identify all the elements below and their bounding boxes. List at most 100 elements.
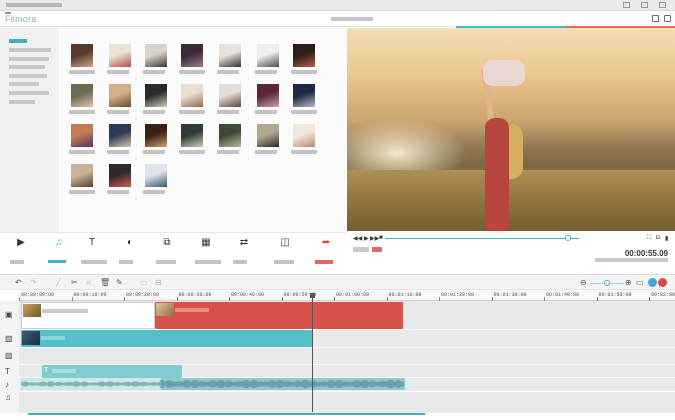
tool-media-icon[interactable]: ▶	[4, 237, 38, 248]
preview-figure-body	[485, 118, 509, 231]
zoom-out-icon[interactable]: ⊖	[580, 278, 587, 287]
zoom-slider-knob[interactable]	[604, 280, 610, 286]
preview-record[interactable]	[372, 247, 382, 252]
music-album-thumbnail[interactable]	[293, 84, 315, 107]
music-album-thumbnail[interactable]	[71, 84, 93, 107]
music-album-thumbnail[interactable]	[109, 84, 131, 107]
video-clip-selected[interactable]	[155, 302, 403, 329]
music-album-thumbnail[interactable]	[257, 44, 279, 67]
tool-split-screen-icon[interactable]: ◫	[268, 237, 302, 248]
music-album-thumbnail[interactable]	[181, 44, 203, 67]
fit-timeline-icon[interactable]: ▭	[636, 278, 644, 287]
play-icon[interactable]: ▶	[364, 235, 369, 242]
next-frame-icon[interactable]: ▶▶	[370, 235, 379, 242]
video-preview	[347, 28, 675, 231]
music-album-label	[255, 150, 277, 154]
music-album-label	[143, 110, 165, 114]
record-voice-icon[interactable]: ▭	[140, 278, 148, 287]
music-album-thumbnail[interactable]	[145, 44, 167, 67]
preview-scrubber[interactable]	[385, 238, 579, 239]
timeline-scrollbar[interactable]	[28, 413, 425, 415]
sidebar-item[interactable]	[9, 57, 49, 61]
music-album-thumbnail[interactable]	[257, 84, 279, 107]
tool-elements-label[interactable]	[195, 260, 221, 264]
music-album-thumbnail[interactable]	[219, 124, 241, 147]
tool-overlays-icon[interactable]: ⧉	[150, 237, 184, 248]
tool-audio-label[interactable]	[48, 260, 66, 263]
music-album-thumbnail[interactable]	[71, 44, 93, 67]
music-album-thumbnail[interactable]	[181, 124, 203, 147]
tool-export-label[interactable]	[315, 260, 333, 264]
tool-filters-icon[interactable]: ◐	[113, 237, 147, 248]
redo-icon[interactable]: ↷	[30, 278, 37, 287]
tool-split-screen-label[interactable]	[274, 260, 294, 264]
close-icon[interactable]	[659, 2, 666, 8]
zoom-in-icon[interactable]: ⊕	[625, 278, 632, 287]
volume-icon[interactable]: ▮	[665, 235, 668, 242]
notification-icon[interactable]	[658, 278, 667, 287]
sidebar-item[interactable]	[9, 74, 47, 78]
register-icon[interactable]	[652, 15, 659, 22]
music-album-thumbnail[interactable]	[219, 84, 241, 107]
maximize-icon[interactable]	[641, 2, 648, 8]
music-album-thumbnail[interactable]	[71, 124, 93, 147]
music-album-thumbnail[interactable]	[71, 164, 93, 187]
tool-media-label[interactable]	[10, 260, 24, 264]
delete-icon[interactable]: 🗑	[100, 278, 110, 287]
sidebar-item[interactable]	[9, 100, 35, 104]
preview-scrubber-knob[interactable]	[565, 235, 572, 241]
video-clip[interactable]	[21, 302, 155, 329]
tool-transitions-icon[interactable]: ⇄	[227, 237, 261, 248]
sidebar-item[interactable]	[9, 48, 51, 52]
music-album-thumbnail[interactable]	[145, 164, 167, 187]
tool-export-icon[interactable]: ➦	[309, 237, 343, 248]
ruler-tick-label: 00:01:40:00	[546, 292, 580, 298]
music-album-thumbnail[interactable]	[109, 44, 131, 67]
stop-icon[interactable]: ■	[379, 235, 383, 241]
detach-audio-icon[interactable]: ⊟	[155, 278, 162, 287]
tool-text-icon[interactable]: T	[75, 237, 109, 248]
playhead[interactable]	[312, 296, 313, 412]
music-album-thumbnail[interactable]	[145, 84, 167, 107]
image-clip[interactable]	[21, 330, 312, 347]
music-album-thumbnail[interactable]	[219, 44, 241, 67]
audio-clip[interactable]	[21, 378, 405, 390]
crop-icon[interactable]: ⌗	[86, 278, 91, 288]
tool-filters-label[interactable]	[119, 260, 133, 264]
text-clip[interactable]: T	[42, 365, 182, 378]
edit-icon[interactable]: ✎	[116, 278, 123, 287]
sidebar-item[interactable]	[9, 65, 45, 69]
tool-audio-icon[interactable]: ♫	[42, 237, 76, 248]
music-album-thumbnail[interactable]	[293, 124, 315, 147]
tool-text-label[interactable]	[81, 260, 107, 264]
ruler-tick-label: 00:01:30:00	[493, 292, 527, 298]
music-album-thumbnail[interactable]	[145, 124, 167, 147]
audio-waveform	[21, 378, 404, 390]
music-album-thumbnail[interactable]	[293, 44, 315, 67]
preview-option[interactable]	[353, 247, 369, 252]
timeline-ruler[interactable]: 00:00:00:00 00:00:10:00 00:00:20:00 00:00:3…	[19, 290, 675, 301]
sidebar-item[interactable]	[9, 91, 49, 95]
clip-label	[41, 336, 65, 340]
snapshot-icon[interactable]: ◘	[656, 235, 660, 241]
music-album-thumbnail[interactable]	[109, 124, 131, 147]
undo-icon[interactable]: ↶	[15, 278, 22, 287]
fullscreen-icon[interactable]: ⛶	[647, 235, 651, 242]
tool-elements-icon[interactable]: ▦	[189, 237, 223, 248]
tool-overlays-label[interactable]	[156, 260, 176, 264]
preview-field	[347, 170, 675, 231]
snap-icon[interactable]	[648, 278, 657, 287]
tool-transitions-label[interactable]	[233, 260, 247, 264]
split-icon[interactable]: ✂	[71, 278, 78, 287]
prev-frame-icon[interactable]: ◀◀	[353, 235, 362, 242]
help-icon[interactable]	[664, 15, 671, 22]
sidebar-item-selected[interactable]	[9, 39, 27, 43]
minimize-icon[interactable]	[623, 2, 630, 8]
playhead-handle[interactable]	[310, 293, 315, 298]
sidebar-item[interactable]	[9, 82, 39, 86]
music-album-thumbnail[interactable]	[181, 84, 203, 107]
cut-icon[interactable]: ╱	[56, 278, 61, 287]
music-album-thumbnail[interactable]	[109, 164, 131, 187]
music-album-label	[69, 150, 95, 154]
music-album-thumbnail[interactable]	[257, 124, 279, 147]
